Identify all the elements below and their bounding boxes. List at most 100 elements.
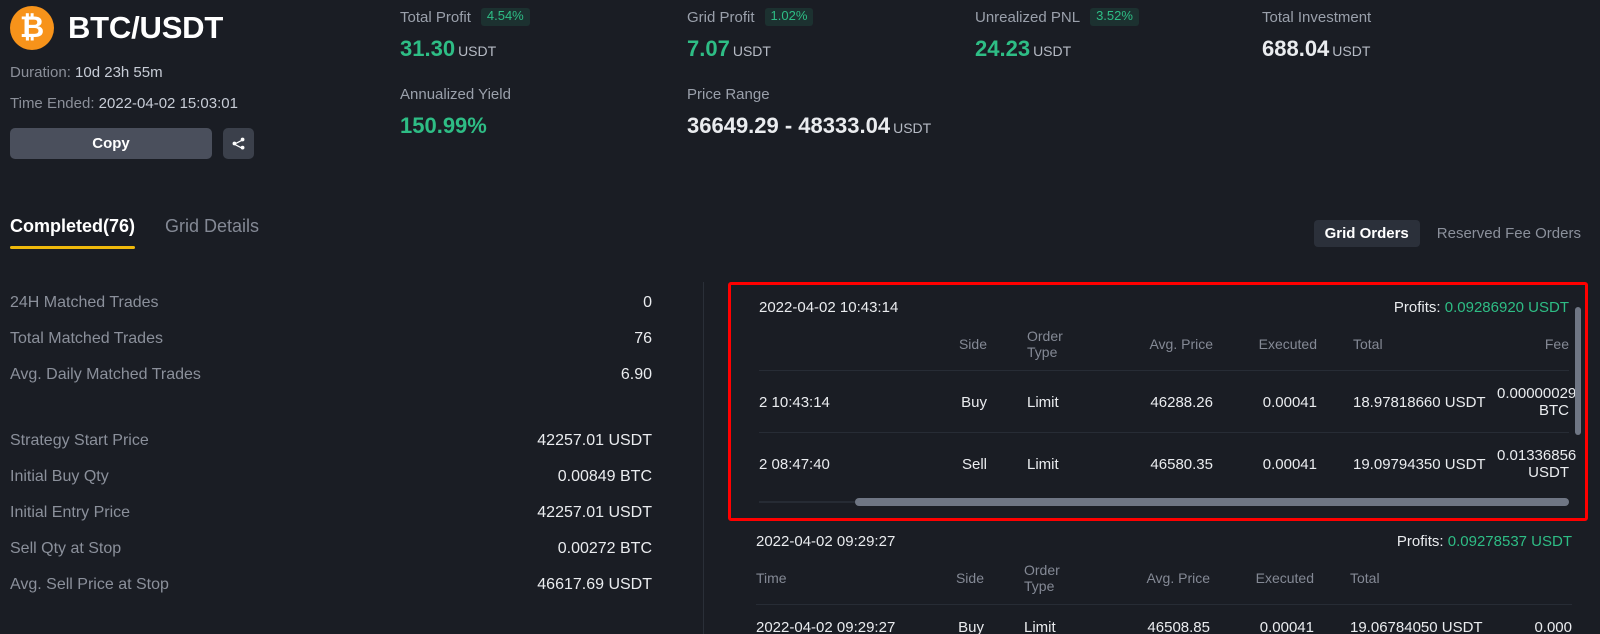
col-total: Total bbox=[1353, 336, 1383, 352]
order-card-profit: Profits: 0.09286920 USDT bbox=[1394, 299, 1569, 316]
tab-grid-details[interactable]: Grid Details bbox=[165, 216, 259, 249]
table-row: 2 08:47:40 Sell Limit 46580.35 0.00041 1… bbox=[759, 432, 1576, 494]
stat-total-investment: Total Investment 688.04 USDT bbox=[1262, 8, 1371, 62]
stat-number: 7.07 bbox=[687, 36, 730, 61]
order-card-highlighted[interactable]: 2022-04-02 10:43:14 Profits: 0.09286920 … bbox=[728, 282, 1588, 521]
grid-bot-detail-page: ₿ BTC/USDT Duration: 10d 23h 55m Time En… bbox=[0, 0, 1600, 634]
col-avg-price: Avg. Price bbox=[1149, 336, 1213, 352]
detail-value: 6.90 bbox=[620, 366, 652, 383]
scrollbar-thumb[interactable] bbox=[855, 498, 1569, 506]
stat-value: 150.99% bbox=[400, 113, 511, 139]
stat-unit: USDT bbox=[458, 43, 497, 59]
header: ₿ BTC/USDT Duration: 10d 23h 55m Time En… bbox=[0, 0, 1600, 180]
stat-label: Total Profit bbox=[400, 8, 471, 26]
duration-value: 10d 23h 55m bbox=[75, 64, 163, 81]
orders-table: Side Order Type Avg. Price Executed Tota… bbox=[759, 320, 1576, 494]
col-avg-price: Avg. Price bbox=[1146, 570, 1210, 586]
orders-filter-segmented: Grid Orders Reserved Fee Orders bbox=[1313, 220, 1592, 247]
stat-label: Grid Profit bbox=[687, 8, 755, 26]
order-card[interactable]: 2022-04-02 09:29:27 Profits: 0.09278537 … bbox=[728, 527, 1588, 634]
table-header-row: Side Order Type Avg. Price Executed Tota… bbox=[759, 320, 1569, 371]
detail-value: 46617.69 USDT bbox=[537, 576, 652, 593]
stat-unit: USDT bbox=[732, 43, 771, 59]
bitcoin-icon: ₿ bbox=[10, 6, 54, 50]
stat-grid-profit: Grid Profit 1.02% 7.07 USDT bbox=[687, 8, 814, 62]
list-item: 24H Matched Trades 0 bbox=[10, 294, 652, 330]
detail-key: Initial Entry Price bbox=[10, 504, 131, 521]
time-ended-value: 2022-04-02 15:03:01 bbox=[98, 95, 238, 112]
time-ended-row: Time Ended: 2022-04-02 15:03:01 bbox=[10, 95, 254, 112]
status-badge: 3.52% bbox=[1090, 8, 1139, 26]
copy-button[interactable]: Copy bbox=[10, 128, 212, 159]
col-fee: Fee bbox=[1544, 336, 1569, 352]
cell-executed: 0.00041 bbox=[1213, 370, 1317, 433]
detail-value: 42257.01 USDT bbox=[537, 504, 652, 521]
orders-panel[interactable]: 2022-04-02 10:43:14 Profits: 0.09286920 … bbox=[728, 282, 1588, 634]
col-fee bbox=[1494, 554, 1572, 605]
cell-executed: 0.00041 bbox=[1210, 604, 1314, 634]
cell-total: 19.06784050 USDT bbox=[1314, 604, 1494, 634]
order-card-header: 2022-04-02 10:43:14 Profits: 0.09286920 … bbox=[759, 293, 1569, 320]
col-executed: Executed bbox=[1255, 570, 1314, 586]
stat-number: 150.99% bbox=[400, 113, 487, 138]
col-order-type: Order Type bbox=[1027, 328, 1063, 360]
cell-order-type: Limit bbox=[987, 432, 1095, 494]
detail-key: Sell Qty at Stop bbox=[10, 540, 122, 557]
detail-key: Strategy Start Price bbox=[10, 432, 149, 449]
stat-value: 7.07 USDT bbox=[687, 36, 813, 62]
tab-completed[interactable]: Completed(76) bbox=[10, 216, 136, 249]
stat-value: 31.30 USDT bbox=[400, 36, 530, 62]
profits-value: 0.09286920 USDT bbox=[1444, 299, 1569, 316]
card-vertical-scrollbar[interactable] bbox=[1575, 307, 1581, 435]
table-row: 2 10:43:14 Buy Limit 46288.26 0.00041 18… bbox=[759, 370, 1576, 433]
stat-annualized-yield: Annualized Yield 150.99% bbox=[400, 85, 511, 139]
detail-value: 0 bbox=[643, 294, 652, 311]
stat-unit: USDT bbox=[1332, 43, 1371, 59]
segment-grid-orders[interactable]: Grid Orders bbox=[1313, 220, 1420, 247]
detail-value: 0.00849 BTC bbox=[557, 468, 652, 485]
pair-row: ₿ BTC/USDT bbox=[10, 6, 254, 50]
cell-avg-price: 46288.26 bbox=[1095, 370, 1213, 433]
order-card-time: 2022-04-02 10:43:14 bbox=[759, 299, 899, 316]
table-header-row: Time Side Order Type Avg. Price Executed… bbox=[756, 554, 1572, 605]
duration-label: Duration: bbox=[10, 64, 71, 81]
card-horizontal-scrollbar[interactable] bbox=[759, 498, 1569, 506]
detail-value: 76 bbox=[634, 330, 652, 347]
stat-label: Annualized Yield bbox=[400, 85, 511, 103]
stat-number: 688.04 bbox=[1262, 36, 1330, 61]
list-item: Initial Entry Price 42257.01 USDT bbox=[10, 504, 652, 540]
detail-key: Initial Buy Qty bbox=[10, 468, 109, 485]
detail-key: Avg. Sell Price at Stop bbox=[10, 576, 169, 593]
order-card-time: 2022-04-02 09:29:27 bbox=[756, 533, 896, 550]
share-button[interactable] bbox=[223, 128, 254, 159]
share-icon bbox=[232, 137, 245, 150]
stat-label: Price Range bbox=[687, 85, 770, 103]
detail-key: Total Matched Trades bbox=[10, 330, 163, 347]
cell-order-type: Limit bbox=[984, 604, 1092, 634]
cell-total: 19.09794350 USDT bbox=[1317, 432, 1497, 494]
col-executed: Executed bbox=[1258, 336, 1317, 352]
stat-unrealized-pnl: Unrealized PNL 3.52% 24.23 USDT bbox=[975, 8, 1139, 62]
col-side: Side bbox=[955, 570, 984, 586]
detail-value: 42257.01 USDT bbox=[537, 432, 652, 449]
segment-reserved-fee-orders[interactable]: Reserved Fee Orders bbox=[1426, 220, 1592, 247]
stat-value: 24.23 USDT bbox=[975, 36, 1139, 62]
cell-executed: 0.00041 bbox=[1213, 432, 1317, 494]
cell-side: Sell bbox=[909, 432, 987, 494]
cell-side: Buy bbox=[909, 370, 987, 433]
detail-key: Avg. Daily Matched Trades bbox=[10, 366, 201, 383]
cell-avg-price: 46508.85 bbox=[1092, 604, 1210, 634]
stat-number: 31.30 bbox=[400, 36, 456, 61]
cell-fee: 0.01336856 USDT bbox=[1497, 432, 1576, 494]
strategy-details-list: 24H Matched Trades 0 Total Matched Trade… bbox=[10, 294, 652, 612]
col-time bbox=[759, 320, 909, 371]
detail-key: 24H Matched Trades bbox=[10, 294, 159, 311]
page-title: BTC/USDT bbox=[68, 10, 224, 45]
cell-order-type: Limit bbox=[987, 370, 1095, 433]
stat-label: Total Investment bbox=[1262, 8, 1372, 26]
profits-label: Profits: bbox=[1396, 533, 1444, 550]
detail-value: 0.00272 BTC bbox=[557, 540, 652, 557]
stat-value: 688.04 USDT bbox=[1262, 36, 1371, 62]
table-row: 2022-04-02 09:29:27 Buy Limit 46508.85 0… bbox=[756, 604, 1572, 634]
stat-total-profit: Total Profit 4.54% 31.30 USDT bbox=[400, 8, 530, 62]
